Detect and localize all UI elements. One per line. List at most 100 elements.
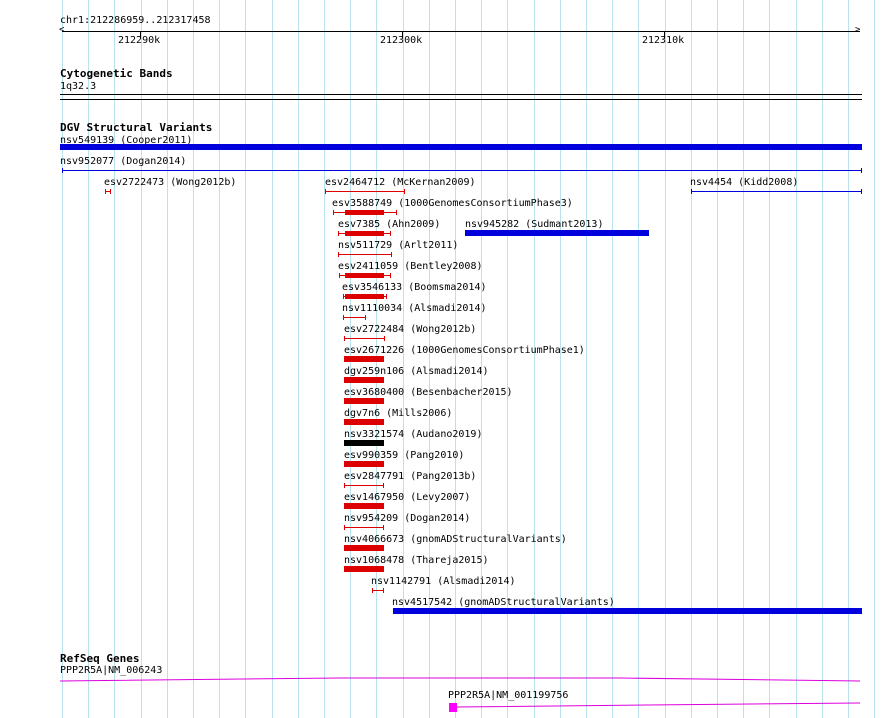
dgv-feature-label[interactable]: esv3546133 (Boomsma2014) [342,282,487,293]
dgv-feature-bar[interactable] [344,356,384,362]
dgv-feature-end-tick [344,336,345,341]
dgv-feature-end-tick [344,525,345,530]
dgv-feature-end-tick [343,315,344,320]
dgv-feature-line[interactable] [62,170,862,171]
dgv-feature-label[interactable]: dgv259n106 (Alsmadi2014) [344,366,489,377]
dgv-feature-line[interactable] [338,254,392,255]
dgv-feature-label[interactable]: nsv3321574 (Audano2019) [344,429,482,440]
dgv-feature-label[interactable]: esv1467950 (Levy2007) [344,492,470,503]
dgv-feature-label[interactable]: nsv4517542 (gnomADStructuralVariants) [392,597,615,608]
dgv-feature-line[interactable] [343,317,366,318]
dgv-feature-end-tick [343,294,344,299]
dgv-feature-line[interactable] [344,485,384,486]
dgv-feature-end-tick [105,189,106,194]
dgv-feature-label[interactable]: esv3588749 (1000GenomesConsortiumPhase3) [332,198,573,209]
ruler-location-label: chr1:212286959..212317458 [60,15,211,26]
dgv-feature-label[interactable]: nsv4066673 (gnomADStructuralVariants) [344,534,567,545]
dgv-feature-end-tick [383,525,384,530]
dgv-feature-end-tick [404,189,405,194]
grid-line [219,0,220,718]
dgv-feature-label[interactable]: esv2671226 (1000GenomesConsortiumPhase1) [344,345,585,356]
refseq-track-title: RefSeq Genes [60,652,140,665]
dgv-feature-label[interactable]: nsv511729 (Arlt2011) [338,240,458,251]
dgv-feature-bar[interactable] [345,273,384,278]
dgv-feature-label[interactable]: esv2847791 (Pang2013b) [344,471,476,482]
dgv-feature-bar[interactable] [344,377,384,383]
dgv-feature-bar[interactable] [345,294,384,299]
dgv-feature-end-tick [391,252,392,257]
dgv-feature-bar[interactable] [345,210,384,215]
dgv-feature-label[interactable]: nsv952077 (Dogan2014) [60,156,186,167]
transcript-model-1[interactable] [60,675,862,687]
dgv-feature-label[interactable]: esv2722484 (Wong2012b) [344,324,476,335]
dgv-feature-end-tick [396,210,397,215]
grid-line [167,0,168,718]
ruler-tick-label: 212290k [118,35,161,46]
grid-line [114,0,115,718]
dgv-feature-bar[interactable] [345,231,384,236]
ruler-right-arrow-icon: > [855,25,861,35]
grid-line [324,0,325,718]
dgv-feature-end-tick [390,231,391,236]
cytoband-border-bottom [60,99,862,100]
dgv-feature-label[interactable]: nsv945282 (Sudmant2013) [465,219,603,230]
ruler-axis [62,31,860,32]
cytoband-track-title: Cytogenetic Bands [60,67,173,80]
dgv-feature-bar[interactable] [393,608,862,614]
dgv-feature-end-tick [62,168,63,173]
dgv-feature-end-tick [386,294,387,299]
dgv-feature-label[interactable]: nsv1110034 (Alsmadi2014) [342,303,487,314]
dgv-feature-label[interactable]: nsv954209 (Dogan2014) [344,513,470,524]
dgv-feature-line[interactable] [344,338,385,339]
dgv-feature-line[interactable] [691,191,862,192]
dgv-feature-bar[interactable] [344,503,384,509]
dgv-feature-end-tick [338,252,339,257]
dgv-feature-end-tick [691,189,692,194]
dgv-track-title: DGV Structural Variants [60,121,213,134]
dgv-feature-bar[interactable] [60,144,862,150]
dgv-feature-bar[interactable] [344,566,384,572]
dgv-feature-bar[interactable] [344,461,384,467]
dgv-feature-label[interactable]: esv2464712 (McKernan2009) [325,177,476,188]
dgv-feature-label[interactable]: esv2411059 (Bentley2008) [338,261,483,272]
ruler-tick-label: 212310k [642,35,685,46]
dgv-feature-label[interactable]: esv990359 (Pang2010) [344,450,464,461]
ruler-tick-label: 212300k [380,35,423,46]
dgv-feature-label[interactable]: dgv7n6 (Mills2006) [344,408,452,419]
dgv-feature-end-tick [325,189,326,194]
dgv-feature-label[interactable]: nsv1068478 (Thareja2015) [344,555,489,566]
dgv-feature-end-tick [383,588,384,593]
genome-browser-view: chr1:212286959..212317458 < > 212290k 21… [0,0,890,718]
dgv-feature-end-tick [344,483,345,488]
grid-line [874,0,875,718]
grid-line [88,0,89,718]
grid-line [141,0,142,718]
dgv-feature-label[interactable]: esv3680400 (Besenbacher2015) [344,387,513,398]
grid-line [245,0,246,718]
cytoband-label[interactable]: 1q32.3 [60,81,96,92]
dgv-feature-end-tick [861,189,862,194]
grid-line [272,0,273,718]
dgv-feature-line[interactable] [344,527,384,528]
dgv-feature-bar[interactable] [344,419,384,425]
grid-line [62,0,63,718]
dgv-feature-end-tick [339,273,340,278]
dgv-feature-end-tick [861,168,862,173]
transcript-model-2[interactable] [448,700,862,714]
dgv-feature-label[interactable]: esv2722473 (Wong2012b) [104,177,236,188]
dgv-feature-bar[interactable] [465,230,649,236]
grid-line [193,0,194,718]
dgv-feature-label[interactable]: esv7385 (Ahn2009) [338,219,440,230]
dgv-feature-bar[interactable] [344,398,384,404]
dgv-feature-end-tick [383,483,384,488]
ruler-left-arrow-icon: < [59,25,65,35]
dgv-feature-label[interactable]: nsv1142791 (Alsmadi2014) [371,576,516,587]
dgv-feature-end-tick [338,231,339,236]
dgv-feature-bar[interactable] [344,440,384,446]
dgv-feature-bar[interactable] [344,545,384,551]
dgv-feature-end-tick [384,336,385,341]
dgv-feature-end-tick [333,210,334,215]
dgv-feature-end-tick [365,315,366,320]
dgv-feature-label[interactable]: nsv4454 (Kidd2008) [690,177,798,188]
dgv-feature-line[interactable] [325,191,405,192]
